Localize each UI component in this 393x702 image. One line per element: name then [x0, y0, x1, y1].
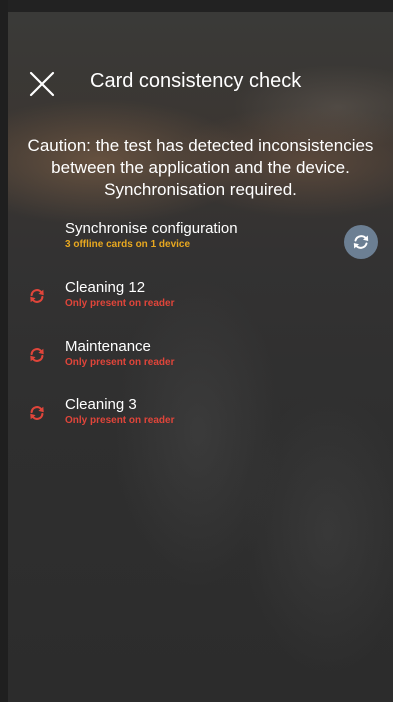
- sync-error-icon: [30, 289, 44, 303]
- sync-configuration-row: Synchronise configuration 3 offline card…: [8, 220, 393, 264]
- card-row[interactable]: Cleaning 12 Only present on reader: [8, 279, 393, 323]
- caution-line: Synchronisation required.: [104, 180, 297, 199]
- sync-icon: [353, 235, 369, 249]
- card-status: Only present on reader: [65, 415, 175, 426]
- screen-edge: [0, 0, 8, 702]
- screen: Card consistency check Caution: the test…: [8, 12, 393, 702]
- status-bar-area: [0, 0, 393, 12]
- card-row[interactable]: Cleaning 3 Only present on reader: [8, 396, 393, 440]
- sync-configuration-label: Synchronise configuration: [65, 220, 238, 237]
- sync-configuration-detail: 3 offline cards on 1 device: [65, 239, 191, 250]
- sync-error-icon: [30, 406, 44, 420]
- caution-line: between the application and the device.: [51, 158, 350, 177]
- close-icon[interactable]: [29, 71, 55, 97]
- caution-line: Caution: the test has detected inconsist…: [27, 136, 374, 155]
- card-status: Only present on reader: [65, 357, 175, 368]
- card-name: Maintenance: [65, 338, 151, 355]
- caution-message: Caution: the test has detected inconsist…: [8, 135, 393, 201]
- card-name: Cleaning 3: [65, 396, 137, 413]
- card-status: Only present on reader: [65, 298, 175, 309]
- sync-button[interactable]: [344, 225, 378, 259]
- card-name: Cleaning 12: [65, 279, 146, 296]
- card-row[interactable]: Maintenance Only present on reader: [8, 338, 393, 382]
- sync-error-icon: [30, 348, 44, 362]
- page-title: Card consistency check: [90, 70, 302, 92]
